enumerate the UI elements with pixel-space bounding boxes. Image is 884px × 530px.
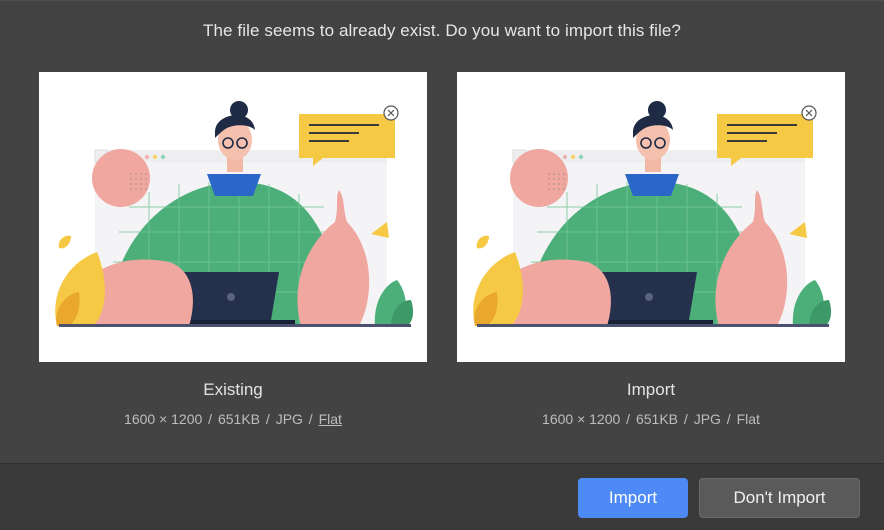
import-mode: Flat [736,411,760,427]
existing-format: JPG [275,411,303,427]
import-label: Import [626,380,676,399]
existing-dimensions: 1600 × 1200 [124,411,203,427]
import-button[interactable]: Import [578,478,688,518]
existing-panel: Existing 1600 × 1200 / 651KB / JPG / Fla… [39,72,427,427]
dont-import-button[interactable]: Don't Import [699,478,860,518]
import-dimensions: 1600 × 1200 [542,411,621,427]
existing-label: Existing [203,380,263,399]
existing-file-info: 1600 × 1200 / 651KB / JPG / Flat [124,411,342,427]
existing-thumbnail [39,72,427,362]
import-dialog: The file seems to already exist. Do you … [0,0,884,530]
import-thumbnail [457,72,845,362]
import-panel: Import 1600 × 1200 / 651KB / JPG / Flat [457,72,845,427]
import-format: JPG [693,411,721,427]
dialog-question: The file seems to already exist. Do you … [203,21,681,40]
existing-size: 651KB [217,411,261,427]
import-size: 651KB [635,411,679,427]
import-file-info: 1600 × 1200 / 651KB / JPG / Flat [542,411,760,427]
existing-mode-link[interactable]: Flat [319,411,342,427]
